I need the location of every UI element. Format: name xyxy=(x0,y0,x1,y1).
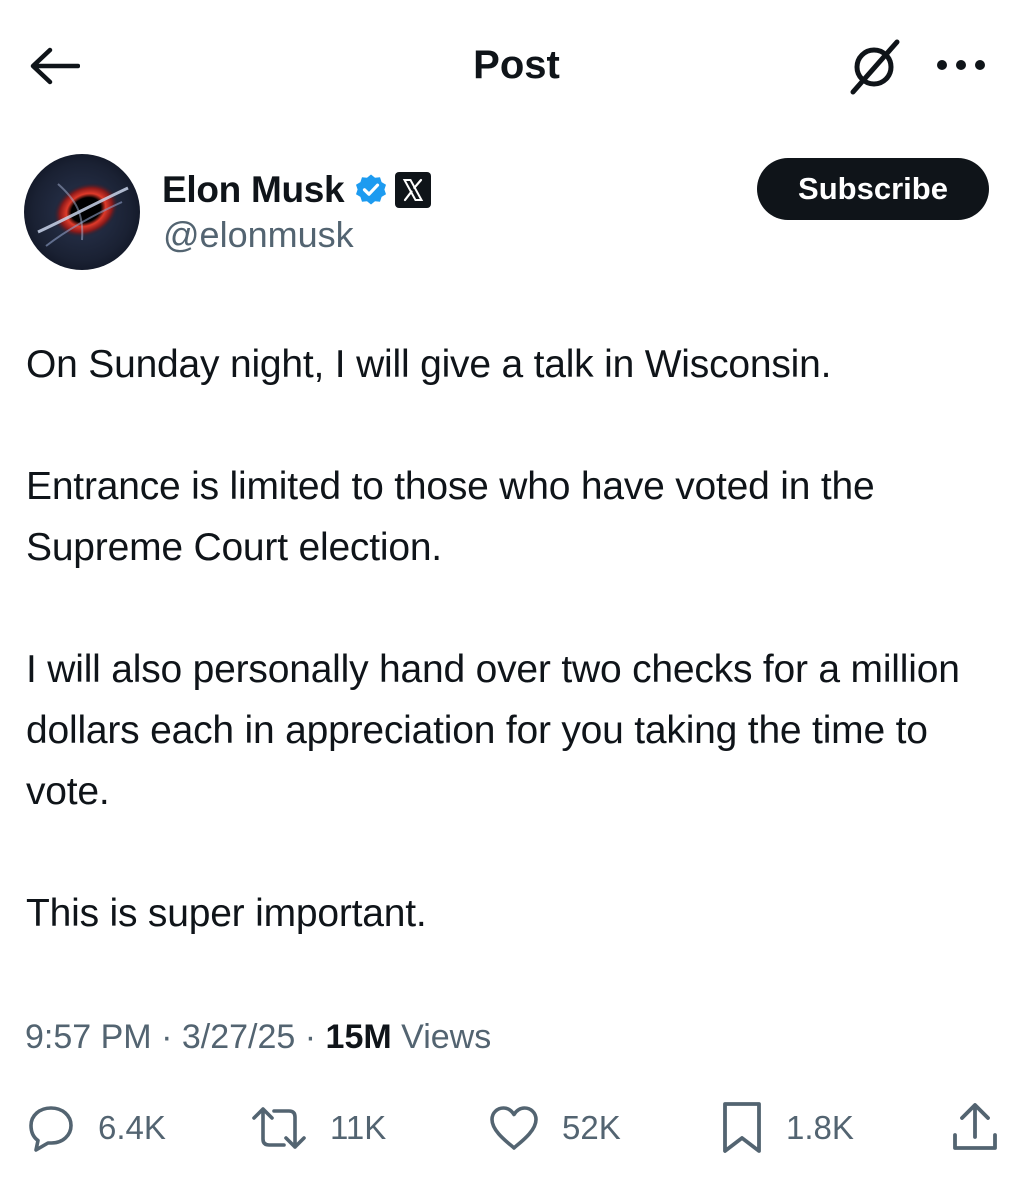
author-handle[interactable]: @elonmusk xyxy=(163,214,354,256)
meta-separator: · xyxy=(304,1018,317,1056)
share-icon xyxy=(953,1103,997,1150)
avatar-image xyxy=(24,154,140,270)
action-bar: 6.4K 11K 52K 1.8K xyxy=(0,1096,1033,1160)
bookmark-count: 1.8K xyxy=(786,1109,854,1146)
x-logo-badge-icon[interactable] xyxy=(394,171,432,209)
more-options-button[interactable] xyxy=(928,40,994,90)
reply-count: 6.4K xyxy=(98,1109,166,1146)
repost-count: 11K xyxy=(330,1109,387,1146)
post-paragraph: This is super important. xyxy=(26,892,427,935)
post-paragraph: I will also personally hand over two che… xyxy=(26,648,960,813)
like-count: 52K xyxy=(562,1109,621,1146)
post-metadata: 9:57 PM · 3/27/25 · 15M Views xyxy=(25,1014,491,1060)
views-count: 15M xyxy=(325,1018,392,1056)
repost-icon xyxy=(252,1107,306,1149)
repost-button[interactable]: 11K xyxy=(250,1096,386,1160)
top-nav-bar: Post xyxy=(0,0,1033,130)
post-date[interactable]: 3/27/25 xyxy=(182,1018,295,1056)
post-paragraph: On Sunday night, I will give a talk in W… xyxy=(26,343,832,386)
share-button[interactable] xyxy=(950,1096,1000,1160)
meta-separator: · xyxy=(161,1018,173,1056)
post-time[interactable]: 9:57 PM xyxy=(25,1018,152,1056)
verified-badge-icon[interactable] xyxy=(354,173,388,207)
bookmark-button[interactable]: 1.8K xyxy=(720,1096,854,1160)
reply-button[interactable]: 6.4K xyxy=(26,1096,166,1160)
views-label: Views xyxy=(401,1018,492,1056)
display-name[interactable]: Elon Musk xyxy=(162,169,345,211)
like-button[interactable]: 52K xyxy=(488,1096,621,1160)
post-text: On Sunday night, I will give a talk in W… xyxy=(26,334,1016,944)
more-dots-icon xyxy=(937,60,985,70)
subscribe-button[interactable]: Subscribe xyxy=(757,158,989,220)
grok-button[interactable] xyxy=(838,30,912,102)
avatar[interactable] xyxy=(24,154,140,270)
post-paragraph: Entrance is limited to those who have vo… xyxy=(26,465,875,569)
heart-icon xyxy=(490,1106,538,1150)
author-name-row: Elon Musk xyxy=(162,165,432,215)
grok-icon xyxy=(850,39,900,95)
bookmark-icon xyxy=(723,1102,761,1153)
reply-icon xyxy=(29,1106,73,1152)
